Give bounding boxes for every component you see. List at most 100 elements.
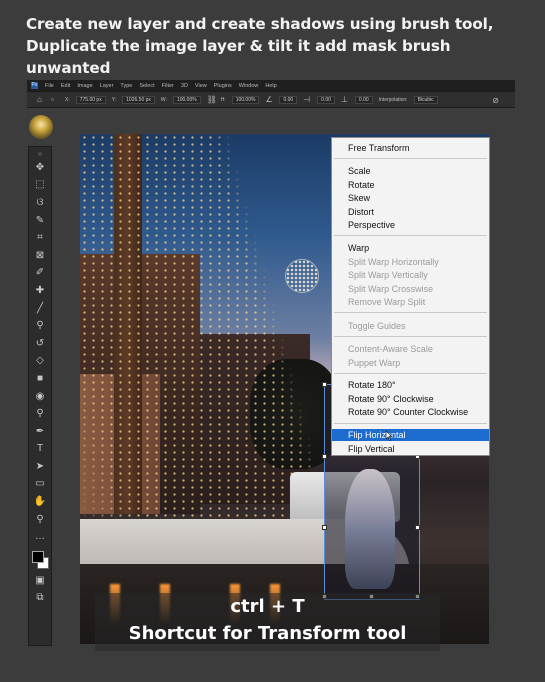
transform-handle[interactable] [322,382,327,387]
menu-item-skew[interactable]: Skew [332,192,489,204]
menu-layer[interactable]: Layer [100,83,114,89]
link-icon[interactable]: ⛓ [207,95,217,104]
menu-item-toggle-guides[interactable]: Toggle Guides [332,320,489,332]
gradient-icon[interactable]: ■ [31,370,49,388]
options-bar: ⌂ ▫ X: 775.00 px Y: 1026.50 px W: 100.00… [27,91,515,108]
menu-item-distort[interactable]: Distort [332,206,489,218]
y-field[interactable]: 1026.50 px [122,95,155,104]
menu-item-remove-warp-split[interactable]: Remove Warp Split [332,296,489,308]
quick-select-icon[interactable]: ✎ [31,212,49,230]
frame-icon[interactable]: ⊠ [31,247,49,265]
menu-file[interactable]: File [45,83,54,89]
vertical-skew-field[interactable]: 0.00 [354,95,373,104]
angle-field[interactable]: 0.00 [279,95,298,104]
quick-mask-icon[interactable]: ▣ [31,572,49,590]
menu-separator [334,312,487,313]
angle-icon: ∠ [265,94,273,104]
menu-item-warp[interactable]: Warp [332,242,489,254]
menu-item-scale[interactable]: Scale [332,165,489,177]
menu-item-split-warp-vertically[interactable]: Split Warp Vertically [332,269,489,281]
color-swatches[interactable] [30,550,50,572]
shortcut-description-caption: Shortcut for Transform tool [128,623,407,644]
menu-item-rotate[interactable]: Rotate [332,179,489,191]
pen-icon[interactable]: ✒ [31,423,49,441]
shortcut-caption: ctrl + T [230,596,305,617]
menu-edit[interactable]: Edit [61,83,70,89]
reference-point-icon[interactable]: ▫ [51,95,59,104]
menu-item-split-warp-crosswise[interactable]: Split Warp Crosswise [332,283,489,295]
transform-handle[interactable] [322,454,327,459]
vertical-skew-icon: ⊥ [340,94,348,104]
menu-item-content-aware-scale[interactable]: Content-Aware Scale [332,343,489,355]
eraser-icon[interactable]: ◇ [31,353,49,371]
crop-icon[interactable]: ⌗ [31,229,49,247]
menu-filter[interactable]: Filter [162,83,174,89]
menu-item-rotate-180[interactable]: Rotate 180° [332,379,489,391]
x-label: X: [65,96,70,103]
horizontal-skew-field[interactable]: 0.00 [317,95,335,104]
x-field[interactable]: 775.00 px [75,95,106,104]
type-icon[interactable]: T [31,441,49,459]
menu-item-puppet-warp[interactable]: Puppet Warp [332,357,489,369]
menu-window[interactable]: Window [239,83,259,89]
healing-icon[interactable]: ✚ [31,282,49,300]
menu-item-perspective[interactable]: Perspective [332,219,489,231]
photoshop-logo-icon: Ps [31,82,38,89]
menu-plugins[interactable]: Plugins [214,83,232,89]
width-field[interactable]: 100.00% [172,95,201,104]
brush-icon[interactable]: ╱ [31,300,49,318]
avatar [29,115,53,139]
transform-handle[interactable] [322,525,327,530]
path-select-icon[interactable]: ➤ [31,458,49,476]
menu-item-free-transform[interactable]: Free Transform [332,142,489,154]
screen-mode-icon[interactable]: ⧉ [31,590,49,608]
more-tools-icon[interactable]: … [31,528,49,546]
stamp-icon[interactable]: ⚲ [31,317,49,335]
menu-item-rotate-90-ccw[interactable]: Rotate 90° Counter Clockwise [332,406,489,418]
h-label: H: [220,96,226,103]
menu-separator [334,423,487,424]
menu-view[interactable]: View [195,83,207,89]
shape-icon[interactable]: ▭ [31,476,49,494]
light-ornament [285,259,319,293]
y-label: Y: [111,96,117,103]
interpolation-label: Interpolation: [378,96,408,103]
height-field[interactable]: 100.00% [231,95,260,104]
move-icon[interactable]: ✥ [31,159,49,177]
interpolation-select[interactable]: Bicubic [413,95,438,104]
dodge-icon[interactable]: ⚲ [31,405,49,423]
menu-item-split-warp-horizontally[interactable]: Split Warp Horizontally [332,256,489,268]
tools-panel: » ✥ ⬚ ଓ ✎ ⌗ ⊠ ✐ ✚ ╱ ⚲ ↺ ◇ ■ ◉ ⚲ ✒ T ➤ ▭ … [28,146,52,646]
horizontal-skew-icon: ⊣ [303,94,311,104]
home-icon[interactable]: ⌂ [37,95,45,104]
top-caption: Create new layer and create shadows usin… [26,13,536,79]
menu-select[interactable]: Select [139,83,154,89]
menu-3d[interactable]: 3D [181,83,188,89]
zoom-icon[interactable]: ⚲ [31,511,49,529]
top-caption-line-1: Create new layer and create shadows usin… [26,15,494,33]
eyedropper-icon[interactable]: ✐ [31,265,49,283]
bottom-caption: ctrl + T Shortcut for Transform tool [95,593,440,651]
transform-context-menu: Free Transform Scale Rotate Skew Distort… [331,137,490,456]
hand-icon[interactable]: ✋ [31,493,49,511]
menu-image[interactable]: Image [77,83,92,89]
menu-item-flip-horizontal[interactable]: Flip Horizontal [332,429,489,441]
top-caption-line-2: Duplicate the image layer & tilt it add … [26,37,451,77]
history-brush-icon[interactable]: ↺ [31,335,49,353]
lasso-icon[interactable]: ଓ [31,194,49,212]
menu-separator [334,158,487,159]
menu-item-rotate-90-cw[interactable]: Rotate 90° Clockwise [332,393,489,405]
marquee-icon[interactable]: ⬚ [31,177,49,195]
blur-icon[interactable]: ◉ [31,388,49,406]
menu-separator [334,336,487,337]
menu-type[interactable]: Type [120,83,132,89]
menu-separator [334,373,487,374]
menu-bar: Ps File Edit Image Layer Type Select Fil… [27,80,515,91]
menu-help[interactable]: Help [265,83,276,89]
menu-separator [334,235,487,236]
foreground-color-swatch[interactable] [32,551,44,564]
transform-handle[interactable] [415,525,420,530]
menu-item-flip-vertical[interactable]: Flip Vertical [332,443,489,455]
cancel-transform-icon[interactable]: ⊘ [492,96,499,105]
panel-grip-icon[interactable]: » [38,149,42,159]
